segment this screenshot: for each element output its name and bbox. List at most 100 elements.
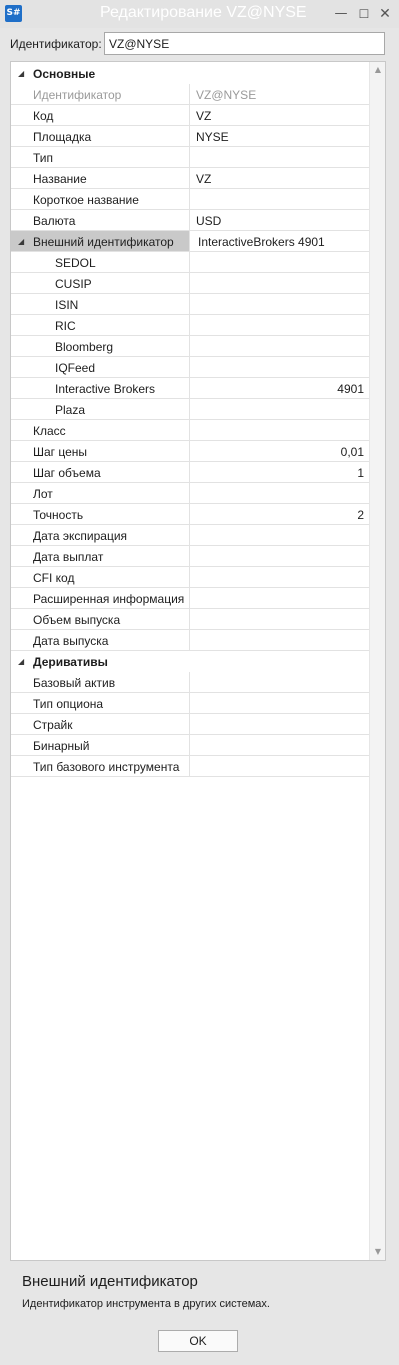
property-name-cell[interactable]: Код [11,105,190,125]
app-icon: S# [5,5,22,22]
property-name: Bloomberg [55,340,114,354]
category-label: Основные [33,67,96,81]
property-row[interactable]: Тип опциона [11,693,369,714]
property-row[interactable]: Расширенная информация [11,588,369,609]
property-row[interactable]: IQFeed [11,357,369,378]
property-name-cell[interactable]: Шаг цены [11,441,190,461]
identifier-input[interactable] [104,32,385,55]
property-row[interactable]: Bloomberg [11,336,369,357]
property-name-cell[interactable]: Шаг объема [11,462,190,482]
description-title: Внешний идентификатор [22,1273,198,1290]
property-row[interactable]: Шаг объема 1 [11,462,369,483]
property-name-cell[interactable]: RIC [11,315,190,335]
property-name-cell[interactable]: SEDOL [11,252,190,272]
collapse-arrow-icon[interactable]: ◢ [18,69,24,78]
collapse-arrow-icon[interactable]: ◢ [18,657,24,666]
property-row[interactable]: ◢ Внешний идентификатор InteractiveBrokers… [11,231,369,252]
ok-button[interactable]: OK [158,1330,238,1352]
property-value[interactable]: 4901 [337,382,364,396]
property-name-cell[interactable]: Площадка [11,126,190,146]
property-name-cell[interactable]: Бинарный [11,735,190,755]
property-row[interactable]: CUSIP [11,273,369,294]
property-row[interactable]: Тип базового инструмента [11,756,369,777]
vertical-scrollbar[interactable]: ▲ ▼ [369,62,385,1260]
property-name-cell[interactable]: Валюта [11,210,190,230]
property-name-cell[interactable]: CFI код [11,567,190,587]
property-row[interactable]: Дата выплат [11,546,369,567]
property-name-cell[interactable]: Объем выпуска [11,609,190,629]
property-name-cell[interactable]: Тип базового инструмента [11,756,190,776]
property-name-cell[interactable]: Лот [11,483,190,503]
scroll-down-icon[interactable]: ▼ [370,1244,385,1260]
property-value[interactable]: 1 [357,466,364,480]
property-name-cell[interactable]: Тип опциона [11,693,190,713]
property-name-cell[interactable]: Идентификатор [11,84,190,104]
property-row[interactable]: Класс [11,420,369,441]
property-name-cell[interactable]: IQFeed [11,357,190,377]
property-row[interactable]: Код VZ [11,105,369,126]
property-name: IQFeed [55,361,96,375]
minimize-icon[interactable]: — [331,4,351,24]
property-row[interactable]: Название VZ [11,168,369,189]
property-value[interactable]: 0,01 [341,445,364,459]
property-row[interactable]: Бинарный [11,735,369,756]
property-row[interactable]: Plaza [11,399,369,420]
property-row[interactable]: Базовый актив [11,672,369,693]
property-name-cell[interactable]: Класс [11,420,190,440]
property-row[interactable]: Короткое название [11,189,369,210]
property-row[interactable]: Точность 2 [11,504,369,525]
collapse-arrow-icon[interactable]: ◢ [18,237,24,246]
property-name-cell[interactable]: Короткое название [11,189,190,209]
property-name: Plaza [55,403,86,417]
property-row[interactable]: Валюта USD [11,210,369,231]
category-row[interactable]: ◢ Деривативы [11,651,369,672]
property-row[interactable]: Тип [11,147,369,168]
property-name-cell[interactable]: CUSIP [11,273,190,293]
property-name-cell[interactable]: Дата выпуска [11,630,190,650]
property-name-cell[interactable]: Точность [11,504,190,524]
property-name: Страйк [33,718,73,732]
property-name-cell[interactable]: Название [11,168,190,188]
property-row[interactable]: Площадка NYSE [11,126,369,147]
property-row[interactable]: Страйк [11,714,369,735]
property-name: Валюта [33,214,76,228]
property-name-cell[interactable]: Дата экспирация [11,525,190,545]
property-name: Объем выпуска [33,613,121,627]
property-name-cell[interactable]: Расширенная информация [11,588,190,608]
property-row[interactable]: Шаг цены 0,01 [11,441,369,462]
scroll-up-icon[interactable]: ▲ [370,62,385,78]
property-value[interactable]: VZ [196,172,211,186]
property-row[interactable]: Interactive Brokers 4901 [11,378,369,399]
property-row[interactable]: CFI код [11,567,369,588]
property-name-cell[interactable]: Базовый актив [11,672,190,692]
property-name-cell[interactable]: Interactive Brokers [11,378,190,398]
property-row[interactable]: Дата экспирация [11,525,369,546]
property-row[interactable]: Объем выпуска [11,609,369,630]
property-name-cell[interactable]: Тип [11,147,190,167]
property-row[interactable]: ISIN [11,294,369,315]
property-name-cell[interactable]: ISIN [11,294,190,314]
property-value[interactable]: USD [196,214,221,228]
property-value[interactable]: VZ@NYSE [196,88,256,102]
property-row[interactable]: RIC [11,315,369,336]
property-value[interactable]: 2 [357,508,364,522]
property-name-cell[interactable]: ◢ Внешний идентификатор [11,231,190,251]
property-value[interactable]: InteractiveBrokers 4901 [198,235,325,249]
title-bar: S# Редактирование VZ@NYSE — ☐ ✕ [0,0,399,28]
property-name: Название [33,172,87,186]
property-value[interactable]: NYSE [196,130,229,144]
property-row[interactable]: Лот [11,483,369,504]
property-row[interactable]: Идентификатор VZ@NYSE [11,84,369,105]
property-name-cell[interactable]: Plaza [11,399,190,419]
category-row[interactable]: ◢ Основные [11,63,369,84]
property-row[interactable]: Дата выпуска [11,630,369,651]
property-row[interactable]: SEDOL [11,252,369,273]
close-icon[interactable]: ✕ [375,4,395,24]
maximize-icon[interactable]: ☐ [354,4,374,24]
property-name: Идентификатор [33,88,122,102]
property-value[interactable]: VZ [196,109,211,123]
property-name-cell[interactable]: Bloomberg [11,336,190,356]
property-name-cell[interactable]: Страйк [11,714,190,734]
property-grid: ◢ Основные Идентификатор VZ@NYSE Код VZ Площад… [10,61,386,1261]
property-name-cell[interactable]: Дата выплат [11,546,190,566]
